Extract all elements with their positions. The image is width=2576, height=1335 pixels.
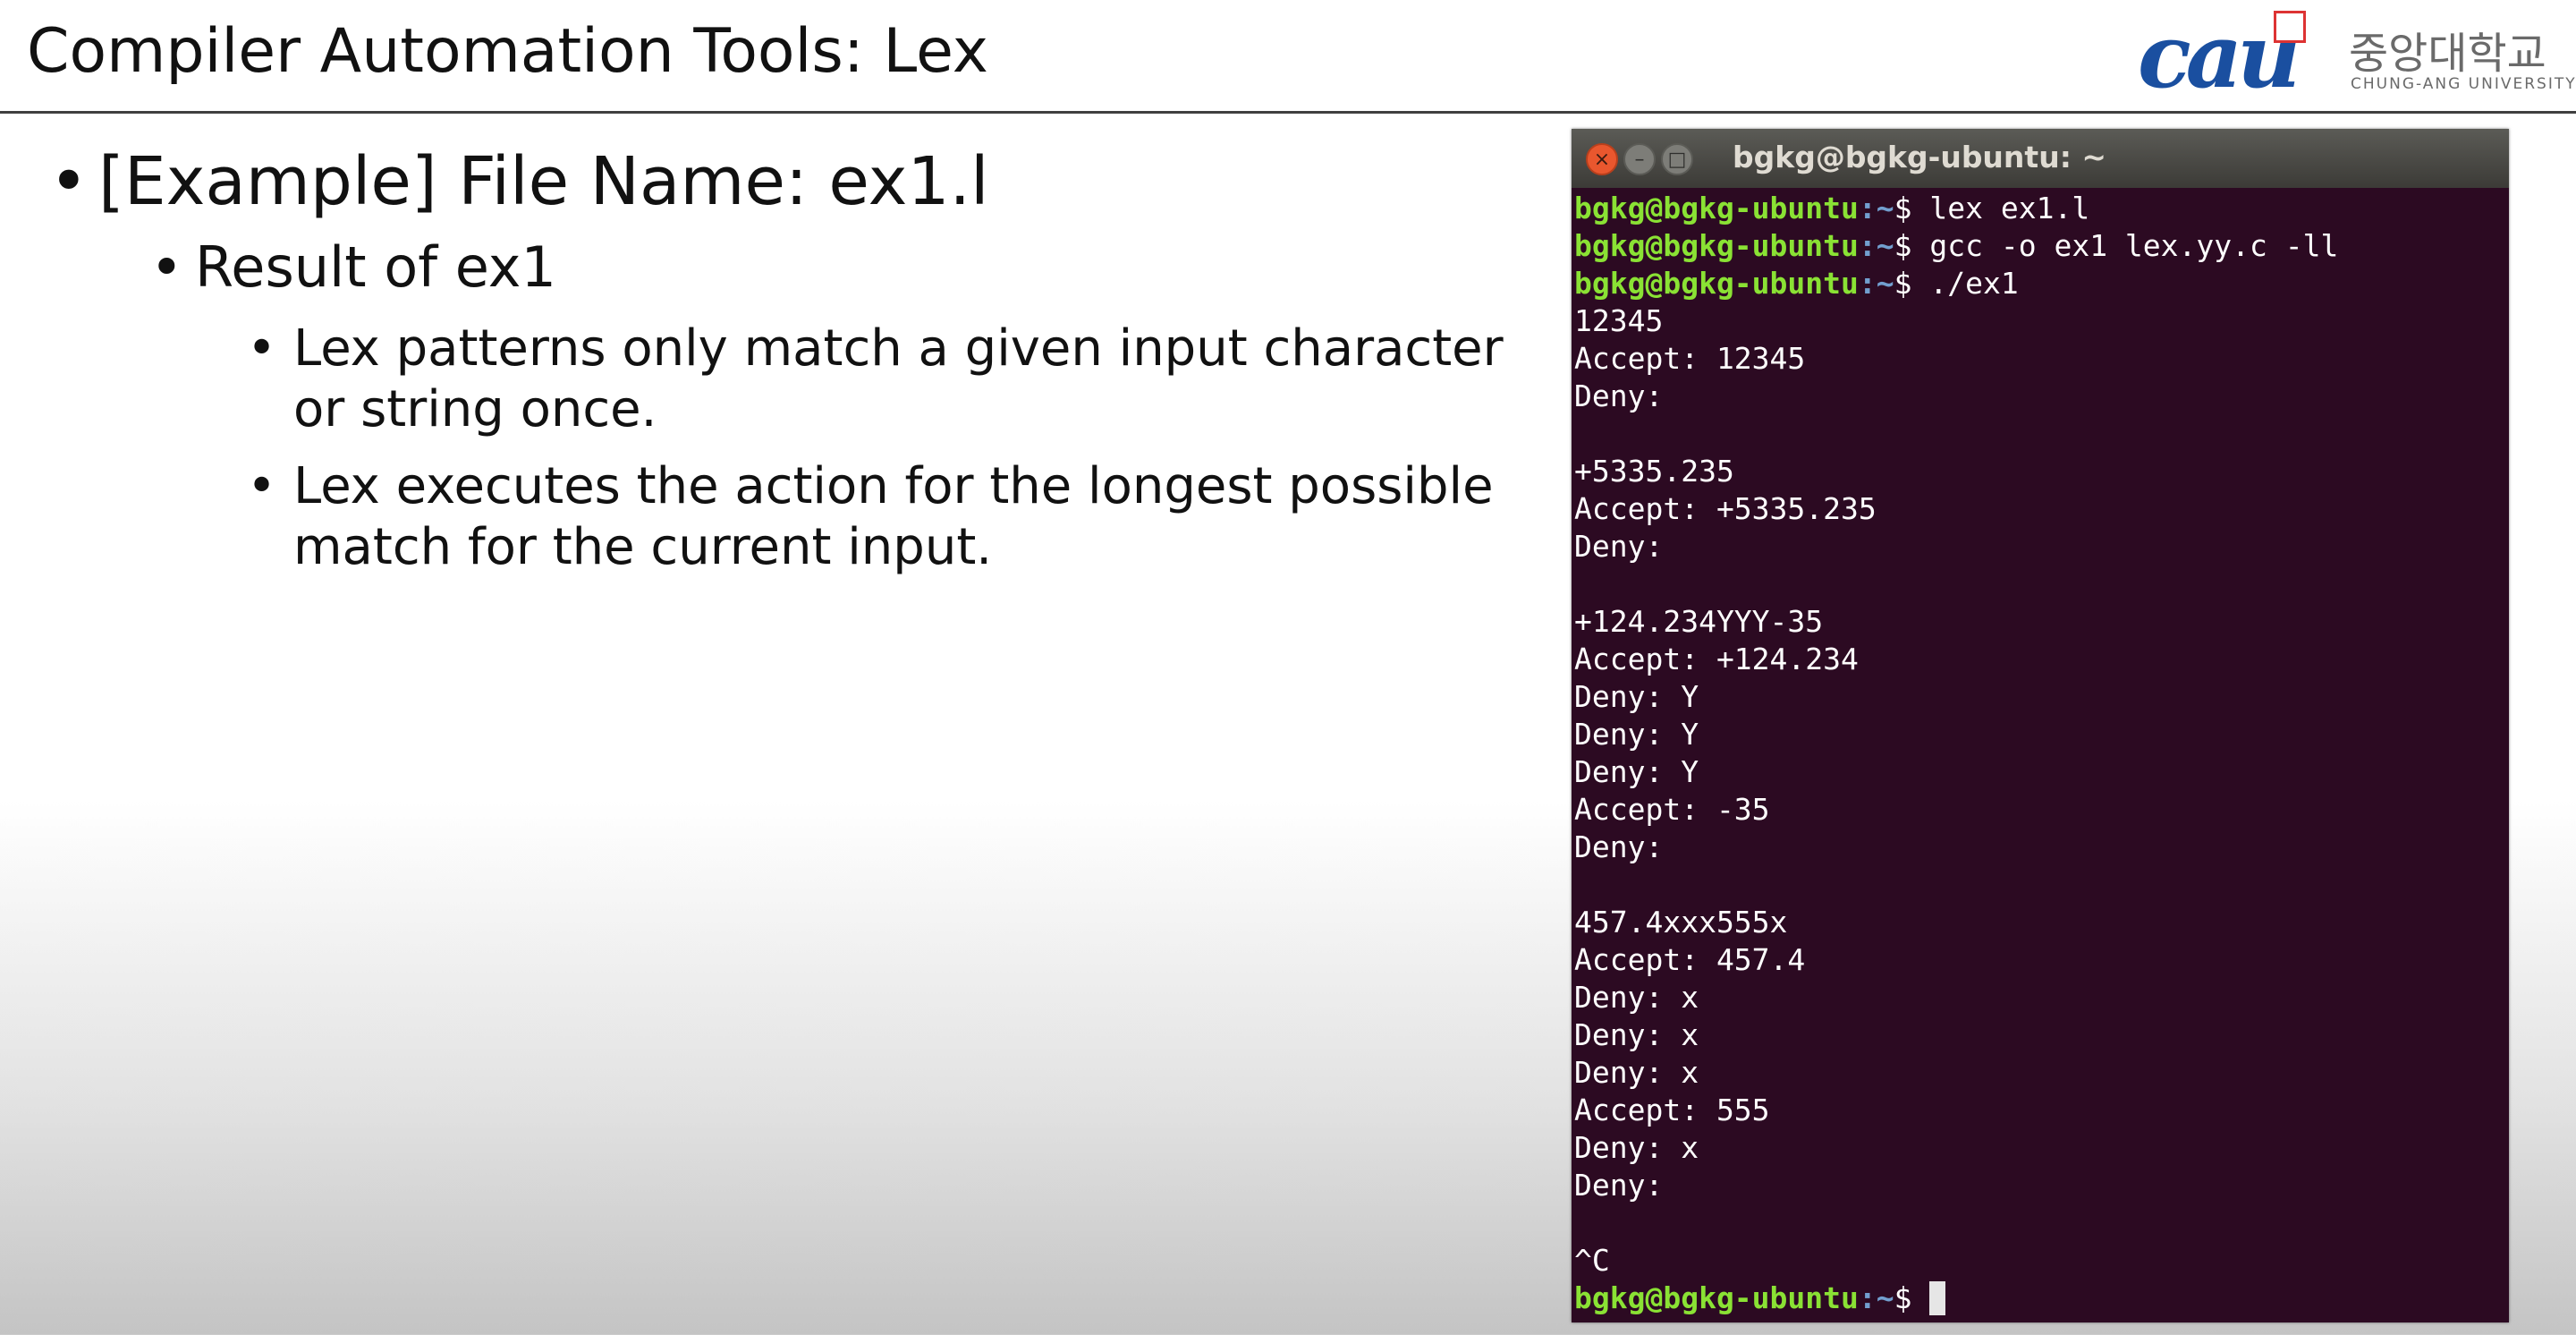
terminal-output-line: 12345 — [1574, 303, 1664, 338]
bullet-line: Lex executes the action for the longest … — [293, 457, 1494, 515]
terminal-title: bgkg@bgkg-ubuntu: ~ — [1733, 140, 2107, 174]
terminal-output-line: Accept: +5335.235 — [1574, 491, 1877, 526]
logo-english-name: CHUNG-ANG UNIVERSITY — [2351, 75, 2576, 93]
bullet-level1-text: [Example] File Name: ex1.l — [98, 143, 989, 220]
terminal-prompt-line: bgkg@bgkg-ubuntu:~$ ./ex1 — [1574, 265, 2504, 302]
terminal-cursor[interactable] — [1929, 1281, 1946, 1315]
terminal-output-line: Accept: 457.4 — [1574, 942, 1806, 977]
terminal-output-line: Deny: — [1574, 378, 1664, 413]
terminal-output-line: Deny: x — [1574, 1130, 1699, 1165]
prompt-user: bgkg@bgkg-ubuntu — [1574, 228, 1859, 263]
terminal-output-line: 457.4xxx555x — [1574, 905, 1788, 940]
terminal-output[interactable]: bgkg@bgkg-ubuntu:~$ lex ex1.l bgkg@bgkg-u… — [1574, 190, 2504, 1319]
terminal-prompt-line: bgkg@bgkg-ubuntu:~$ — [1574, 1280, 2504, 1317]
terminal-output-line: +124.234YYY-35 — [1574, 604, 1824, 639]
terminal-command: ./ex1 — [1929, 266, 2019, 301]
prompt-user: bgkg@bgkg-ubuntu — [1574, 266, 1859, 301]
terminal-output-line: Deny: Y — [1574, 717, 1699, 752]
bullet-line: Lex patterns only match a given input ch… — [293, 319, 1504, 378]
terminal-output-line: Deny: — [1574, 529, 1664, 564]
prompt-path: :~ — [1858, 266, 1894, 301]
prompt-user: bgkg@bgkg-ubuntu — [1574, 191, 1859, 225]
bullet-level1: • [Example] File Name: ex1.l — [49, 143, 989, 220]
prompt-symbol: $ — [1894, 228, 1930, 263]
bullet-level2: • Result of ex1 — [150, 234, 556, 300]
terminal-prompt-line: bgkg@bgkg-ubuntu:~$ lex ex1.l — [1574, 190, 2504, 227]
university-logo: CAU 중앙대학교 CHUNG-ANG UNIVERSITY — [2138, 5, 2575, 108]
bullet-line: or string once. — [293, 380, 657, 438]
logo-korean-name: 중앙대학교 — [2349, 29, 2546, 79]
terminal-output-line: Deny: x — [1574, 1055, 1699, 1090]
prompt-symbol: $ — [1894, 191, 1930, 225]
slide-title-bar: Compiler Automation Tools: Lex CAU 중앙대학교… — [0, 0, 2576, 114]
terminal-output-line: Accept: +124.234 — [1574, 642, 1859, 676]
bullet-line: match for the current input. — [293, 518, 993, 576]
prompt-path: :~ — [1858, 1280, 1894, 1315]
terminal-output-line: Accept: -35 — [1574, 792, 1770, 827]
prompt-path: :~ — [1858, 228, 1894, 263]
slide-title: Compiler Automation Tools: Lex — [27, 16, 988, 87]
close-button[interactable]: × — [1586, 143, 1618, 175]
bullet-marker: • — [247, 457, 277, 515]
terminal-output-line: ^C — [1574, 1243, 1610, 1278]
bullet-level3-match-once: • Lex patterns only match a given input … — [247, 319, 1504, 440]
minimize-button[interactable]: – — [1623, 143, 1656, 175]
bullet-marker: • — [49, 143, 89, 220]
logo-mark: CAU — [2138, 5, 2301, 108]
terminal-output-line: Deny: Y — [1574, 679, 1699, 714]
terminal-output-line: Deny: — [1574, 1168, 1664, 1203]
terminal-command: gcc -o ex1 lex.yy.c -ll — [1929, 228, 2339, 263]
terminal-window[interactable]: × – □ bgkg@bgkg-ubuntu: ~ bgkg@bgkg-ubun… — [1572, 129, 2509, 1322]
terminal-output-line: Accept: 555 — [1574, 1093, 1770, 1127]
logo-accent-box — [2274, 11, 2306, 43]
terminal-output-line: Deny: x — [1574, 1017, 1699, 1052]
terminal-output-line: Deny: — [1574, 829, 1664, 864]
bullet-level3-longest-match: • Lex executes the action for the longes… — [247, 456, 1494, 578]
terminal-output-line: Accept: 12345 — [1574, 341, 1806, 376]
terminal-title-bar[interactable]: × – □ bgkg@bgkg-ubuntu: ~ — [1572, 129, 2509, 188]
prompt-path: :~ — [1858, 191, 1894, 225]
prompt-user: bgkg@bgkg-ubuntu — [1574, 1280, 1859, 1315]
prompt-symbol: $ — [1894, 266, 1930, 301]
prompt-symbol: $ — [1894, 1280, 1930, 1315]
terminal-output-line: +5335.235 — [1574, 454, 1734, 489]
terminal-output-line: Deny: x — [1574, 980, 1699, 1015]
terminal-prompt-line: bgkg@bgkg-ubuntu:~$ gcc -o ex1 lex.yy.c … — [1574, 227, 2504, 265]
terminal-output-line: Deny: Y — [1574, 754, 1699, 789]
terminal-command: lex ex1.l — [1929, 191, 2090, 225]
bullet-marker: • — [247, 319, 277, 378]
maximize-button[interactable]: □ — [1661, 143, 1693, 175]
bullet-marker: • — [150, 234, 183, 300]
bullet-level2-text: Result of ex1 — [195, 234, 556, 300]
